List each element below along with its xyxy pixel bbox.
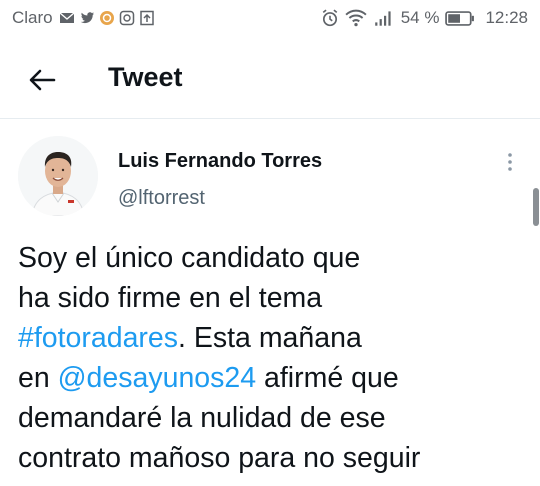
tweet-line: en @desayunos24 afirmé que [18,358,523,398]
battery-percent: 54 % [400,8,440,27]
tweet-line: demandaré la nulidad de ese [18,402,386,434]
tweet-text: Soy el único candidato que ha sido firme… [18,238,523,478]
upload-icon [139,10,154,26]
signal-icon [374,11,391,26]
status-bar: Claro 54 % 12:28 [0,0,540,36]
clock: 12:28 [485,8,528,27]
scrollbar-thumb[interactable] [533,188,539,226]
wifi-icon [345,9,367,27]
alarm-icon [322,9,337,27]
tweet-line: #fotoradares. Esta mañana [18,318,523,358]
mail-icon [59,12,75,23]
tweet-text-segment: en [18,362,58,394]
status-bar-left: Claro [12,8,155,28]
author-name[interactable]: Luis Fernando Torres [118,150,322,173]
page-title: Tweet [108,62,183,92]
notification-icon [99,11,114,25]
avatar[interactable] [18,136,98,216]
tweet-text-segment: afirmé que [256,362,399,394]
whatsapp-icon [119,10,134,26]
mention-link[interactable]: @desayunos24 [58,362,256,394]
status-bar-right: 54 % 12:28 [321,8,528,28]
app-header: Tweet [0,40,540,119]
tweet-line: contrato mañoso para no seguir [18,442,421,474]
profile-photo [18,136,98,216]
more-options-icon[interactable] [500,150,520,174]
back-arrow-icon[interactable] [26,64,58,96]
hashtag-link[interactable]: #fotoradares [18,322,178,354]
tweet-text-segment: . Esta mañana [178,322,362,354]
twitter-icon [80,12,94,24]
battery-icon [445,10,475,26]
carrier-label: Claro [12,8,53,27]
tweet-line: ha sido firme en el tema [18,282,323,314]
tweet-line: Soy el único candidato que [18,242,361,274]
author-handle[interactable]: @lftorrest [118,187,205,210]
